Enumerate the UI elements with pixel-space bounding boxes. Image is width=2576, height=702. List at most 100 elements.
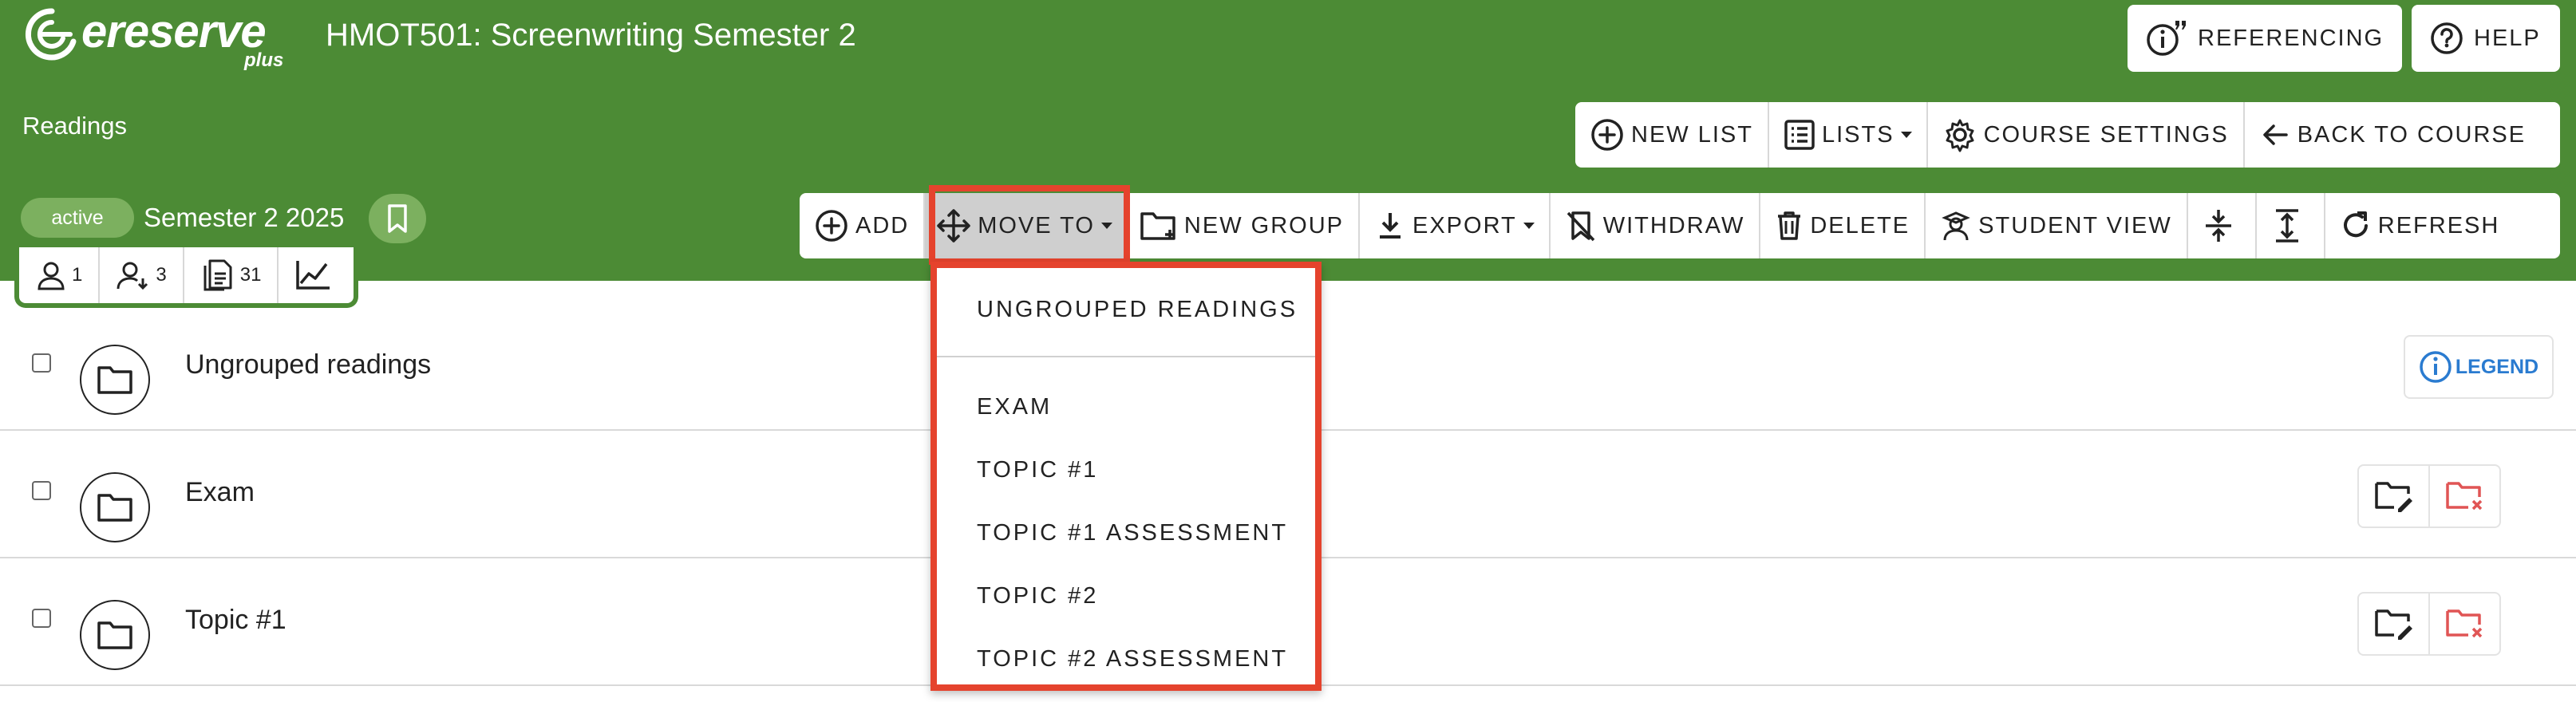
withdraw-button[interactable]: Withdraw [1551,193,1761,258]
back-to-course-button[interactable]: Back to Course [2245,102,2540,168]
documents-stat[interactable]: 31 [184,247,279,303]
documents-icon [203,259,232,291]
group-checkbox[interactable] [32,609,51,628]
users-stat[interactable]: 1 [19,247,101,303]
add-button[interactable]: Add [800,193,926,258]
lists-label: Lists [1821,121,1894,148]
group-label: Exam [185,477,255,507]
group-label: Ungrouped readings [185,349,432,380]
download-icon [1379,213,1401,239]
legend-button[interactable]: Legend [2404,335,2554,399]
chart-line-icon [296,261,330,290]
logo-wordmark: ereserve [81,6,267,57]
help-label: Help [2474,25,2541,51]
bookmark-button[interactable] [369,194,426,243]
documents-count: 31 [239,264,262,286]
course-stats: 1 3 31 [14,247,359,308]
add-circle-icon [1591,119,1623,151]
expand-icon [2275,209,2298,243]
menu-divider [937,356,1315,357]
info-quote-icon [2147,21,2186,56]
folder-icon [97,366,132,394]
export-dropdown-button[interactable]: Export [1360,193,1551,258]
folder-toggle-button[interactable] [80,600,150,670]
semester-label: Semester 2 2025 [144,203,345,232]
menu-item-ungrouped-readings[interactable]: Ungrouped Readings [977,297,1298,323]
legend-label: Legend [2455,355,2539,378]
export-label: Export [1412,212,1517,239]
folder-remove-icon [2445,609,2482,638]
delete-button[interactable]: Delete [1760,193,1926,258]
referencing-label: Referencing [2198,25,2384,51]
folder-edit-icon [2374,609,2412,640]
user-pending-icon [117,262,148,290]
menu-item-topic-1-assessment[interactable]: Topic #1 Assessment [977,520,1288,546]
folder-plus-icon [1140,212,1175,240]
student-view-label: Student View [1978,212,2172,239]
group-checkbox[interactable] [32,481,51,500]
folder-icon [97,621,132,649]
course-settings-button[interactable]: Course Settings [1928,102,2245,168]
chevron-down-icon [1523,223,1535,229]
new-list-button[interactable]: New List [1575,102,1769,168]
move-to-menu: Ungrouped Readings Exam Topic #1 Topic #… [930,262,1322,691]
group-actions [2357,592,2501,656]
refresh-icon [2343,211,2368,238]
group-checkbox[interactable] [32,353,51,373]
new-list-label: New List [1631,121,1753,148]
collapse-all-button[interactable] [2188,193,2257,258]
move-to-highlight [929,185,1130,265]
edit-group-button[interactable] [2359,594,2430,654]
new-group-button[interactable]: New Group [1125,193,1360,258]
back-to-course-label: Back to Course [2297,121,2527,148]
help-button[interactable]: Help [2412,5,2560,72]
lists-dropdown-button[interactable]: Lists [1769,102,1928,168]
section-label: Readings [22,112,127,140]
users-count: 1 [72,264,83,286]
refresh-button[interactable]: Refresh [2325,193,2515,258]
analytics-stat[interactable] [279,247,354,303]
edit-group-button[interactable] [2359,466,2430,526]
page-title: HMOT501: Screenwriting Semester 2 [326,18,856,53]
collapse-icon [2205,210,2231,242]
menu-item-topic-2-assessment[interactable]: Topic #2 Assessment [977,646,1288,672]
logo-plus: plus [244,49,284,71]
delete-group-button[interactable] [2430,466,2499,526]
menu-item-topic-1[interactable]: Topic #1 [977,457,1098,483]
folder-icon [97,494,132,522]
bookmark-icon [388,204,407,233]
list-icon [1784,120,1815,150]
menu-item-exam[interactable]: Exam [977,394,1052,420]
bookmark-off-icon [1567,211,1594,242]
menu-item-topic-2[interactable]: Topic #2 [977,583,1098,609]
ereserve-logo[interactable]: ereserve plus [24,5,295,73]
trash-icon [1778,211,1801,240]
new-group-label: New Group [1183,212,1344,239]
add-label: Add [855,212,910,239]
folder-toggle-button[interactable] [80,472,150,542]
student-icon [1942,211,1970,241]
app-header: ereserve plus HMOT501: Screenwriting Sem… [0,0,2576,281]
withdraw-label: Withdraw [1602,212,1745,239]
group-actions [2357,464,2501,528]
folder-toggle-button[interactable] [80,345,150,415]
list-actions-group: New List Lists Course Settings Back to C… [1575,102,2560,168]
chevron-down-icon [1900,132,1912,138]
gear-icon [1946,119,1974,152]
add-circle-icon [816,210,847,242]
delete-label: Delete [1810,212,1910,239]
user-icon [38,262,65,290]
course-settings-label: Course Settings [1983,121,2229,148]
pending-users-stat[interactable]: 3 [100,247,184,303]
expand-all-button[interactable] [2257,193,2325,258]
info-icon [2420,351,2452,383]
group-label: Topic #1 [185,605,286,635]
pending-users-count: 3 [156,264,167,286]
student-view-button[interactable]: Student View [1926,193,2188,258]
ereserve-logo-mark [25,8,77,61]
referencing-button[interactable]: Referencing [2128,5,2402,72]
refresh-label: Refresh [2377,212,2500,239]
delete-group-button[interactable] [2430,594,2499,654]
folder-edit-icon [2374,482,2412,512]
arrow-left-icon [2262,124,2288,145]
